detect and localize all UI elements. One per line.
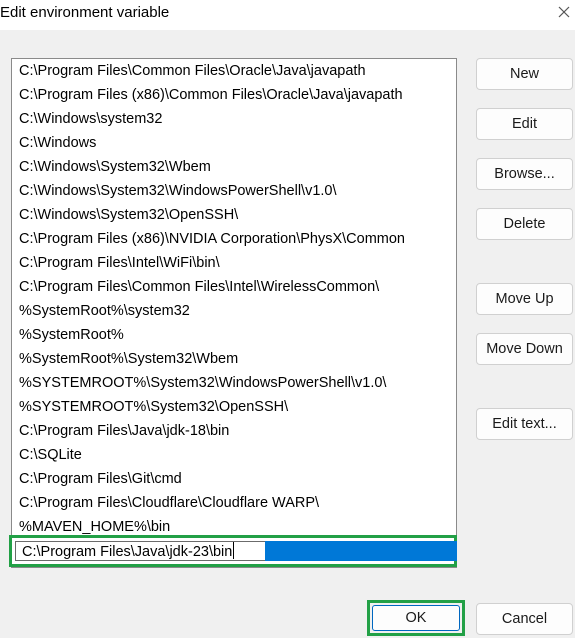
list-item[interactable]: C:\Program Files\Java\jdk-18\bin [19,420,229,442]
list-item[interactable]: %SystemRoot%\system32 [19,300,190,322]
move-down-button[interactable]: Move Down [476,333,573,365]
list-item[interactable]: %SYSTEMROOT%\System32\WindowsPowerShell\… [19,372,386,394]
text-caret [233,542,235,559]
list-item[interactable]: C:\Program Files (x86)\Common Files\Orac… [19,84,403,106]
ok-button[interactable]: OK [372,605,460,631]
cancel-button[interactable]: Cancel [476,603,573,635]
dialog-title: Edit environment variable [0,4,170,21]
list-item[interactable]: C:\Windows\System32\OpenSSH\ [19,204,238,226]
list-item[interactable]: %SystemRoot% [19,324,124,346]
path-list[interactable]: C:\Program Files\Common Files\Oracle\Jav… [11,58,457,568]
new-button[interactable]: New [476,58,573,90]
ok-button-highlight: OK [367,600,465,636]
list-item[interactable]: C:\Windows [19,132,96,154]
list-item[interactable]: C:\SQLite [19,444,82,466]
list-item[interactable]: %SystemRoot%\System32\Wbem [19,348,238,370]
list-item[interactable]: C:\Program Files\Cloudflare\Cloudflare W… [19,492,319,514]
selection-highlight [265,541,457,561]
path-edit-value: C:\Program Files\Java\jdk-23\bin [22,544,233,560]
list-item[interactable]: C:\Program Files\Intel\WiFi\bin\ [19,252,220,274]
list-item[interactable]: %SYSTEMROOT%\System32\OpenSSH\ [19,396,288,418]
browse-button[interactable]: Browse... [476,158,573,190]
close-icon[interactable] [556,4,572,20]
edit-button[interactable]: Edit [476,108,573,140]
list-item[interactable]: C:\Program Files\Common Files\Intel\Wire… [19,276,379,298]
list-item[interactable]: C:\Windows\system32 [19,108,162,130]
list-item[interactable]: C:\Program Files\Common Files\Oracle\Jav… [19,60,366,82]
editing-row: C:\Program Files\Java\jdk-23\bin [9,535,457,567]
edit-text-button[interactable]: Edit text... [476,408,573,440]
list-item[interactable]: C:\Windows\System32\WindowsPowerShell\v1… [19,180,337,202]
title-bar: Edit environment variable [0,0,575,30]
list-item[interactable]: C:\Windows\System32\Wbem [19,156,211,178]
move-up-button[interactable]: Move Up [476,283,573,315]
list-item[interactable]: C:\Program Files (x86)\NVIDIA Corporatio… [19,228,405,250]
list-item[interactable]: C:\Program Files\Git\cmd [19,468,182,490]
delete-button[interactable]: Delete [476,208,573,240]
